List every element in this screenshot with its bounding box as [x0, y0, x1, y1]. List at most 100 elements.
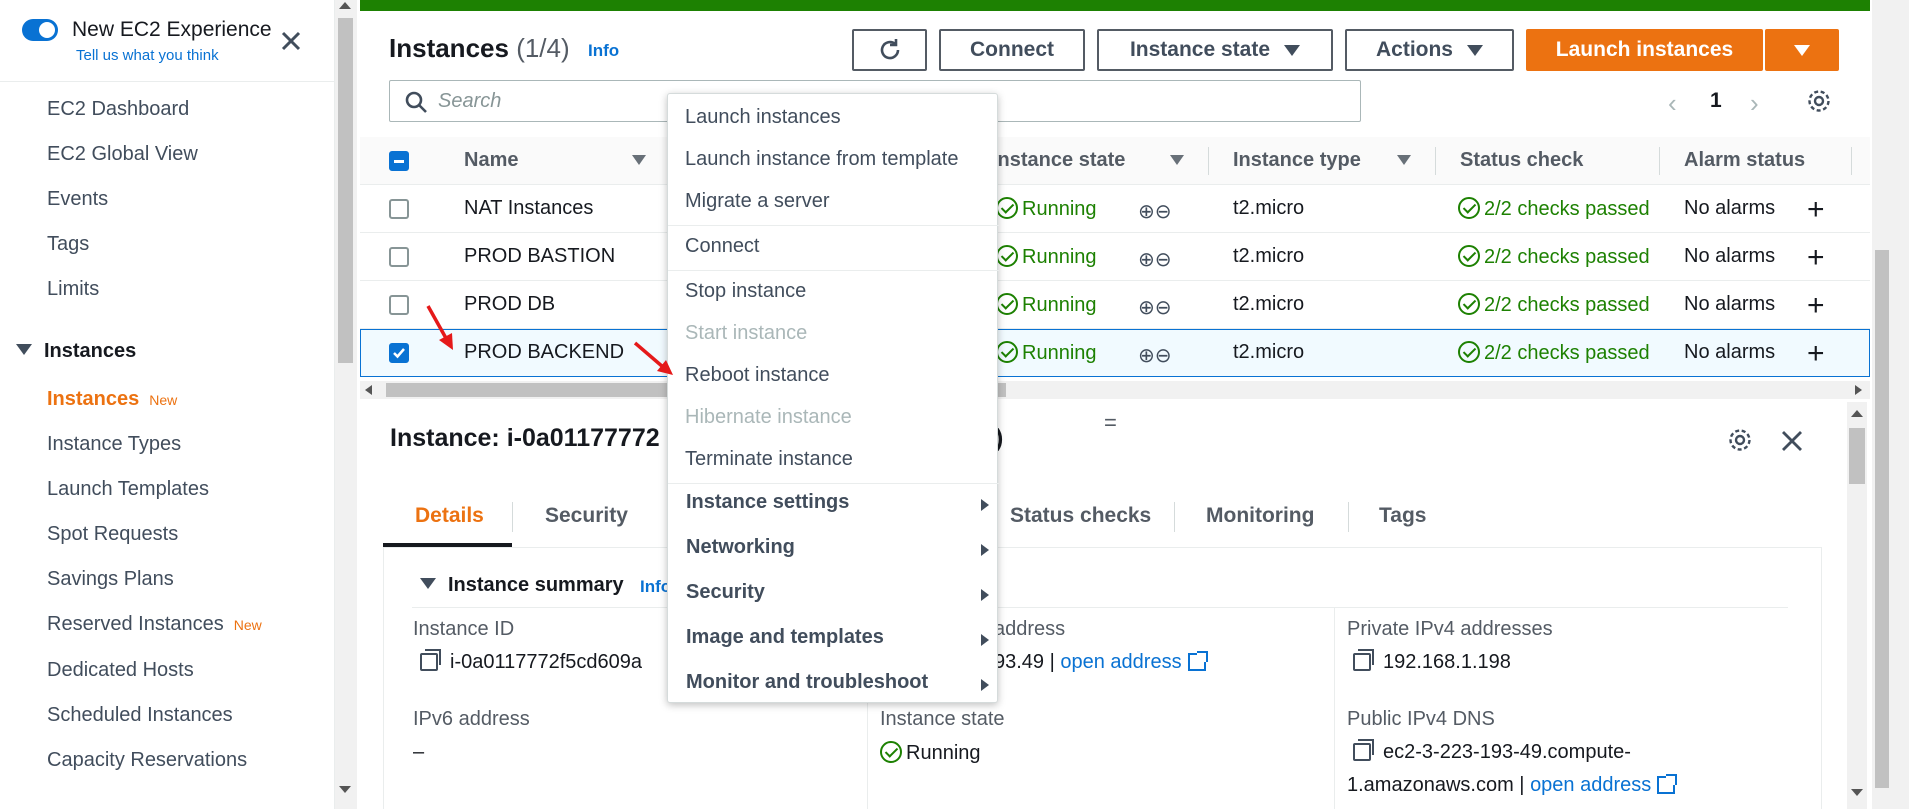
close-icon[interactable] [276, 26, 306, 56]
scroll-up-icon[interactable] [1851, 410, 1863, 417]
page-scroll-thumb[interactable] [1875, 250, 1889, 788]
add-alarm-icon[interactable]: + [1807, 241, 1825, 275]
prev-page-icon[interactable]: ‹ [1668, 88, 1677, 119]
zoom-icons[interactable]: ⊕⊖ [1138, 247, 1172, 272]
sort-icon[interactable] [632, 155, 646, 165]
nav-capacity-reservations[interactable]: Capacity Reservations [47, 749, 247, 772]
launch-dropdown-button[interactable] [1765, 29, 1839, 71]
menu-connect[interactable]: Connect [685, 235, 760, 258]
column-divider[interactable] [1851, 147, 1852, 175]
tab-monitoring[interactable]: Monitoring [1206, 504, 1314, 528]
menu-instance-settings[interactable]: Instance settings [686, 491, 849, 514]
add-alarm-icon[interactable]: + [1807, 193, 1825, 227]
menu-image-and-templates[interactable]: Image and templates [686, 626, 884, 649]
new-experience-toggle[interactable] [22, 19, 58, 41]
instance-state-button[interactable]: Instance state [1097, 29, 1333, 71]
sort-icon[interactable] [1170, 155, 1184, 165]
menu-migrate-server[interactable]: Migrate a server [685, 190, 830, 213]
copy-icon[interactable] [1353, 649, 1374, 671]
menu-security[interactable]: Security [686, 581, 765, 604]
column-instance-type[interactable]: Instance type [1233, 149, 1361, 172]
menu-launch-from-template[interactable]: Launch instance from template [685, 148, 959, 171]
info-link[interactable]: Info [588, 41, 619, 61]
menu-monitor-troubleshoot[interactable]: Monitor and troubleshoot [686, 671, 928, 694]
sidebar-scroll-thumb[interactable] [338, 18, 353, 363]
column-divider[interactable] [1435, 147, 1436, 175]
nav-instances[interactable]: Instances New [47, 388, 177, 411]
details-scroll-thumb[interactable] [1849, 428, 1865, 484]
check-circle-icon [996, 245, 1018, 267]
scroll-right-icon[interactable] [1855, 385, 1862, 395]
row-checkbox[interactable] [389, 199, 409, 219]
scroll-up-icon[interactable] [339, 2, 351, 9]
nav-events[interactable]: Events [47, 188, 108, 211]
sort-icon[interactable] [1397, 155, 1411, 165]
nav-launch-templates[interactable]: Launch Templates [47, 478, 209, 501]
scroll-left-icon[interactable] [365, 385, 372, 395]
nav-section-instances[interactable]: Instances [16, 340, 136, 363]
row-checkbox[interactable] [389, 343, 409, 363]
menu-reboot-instance[interactable]: Reboot instance [685, 364, 830, 387]
nav-ec2-global-view[interactable]: EC2 Global View [47, 143, 198, 166]
nav-limits[interactable]: Limits [47, 278, 99, 301]
table-row[interactable]: PROD BASTION Running ⊕⊖ t2.micro 2/2 che… [360, 233, 1870, 281]
external-link-icon[interactable] [1657, 774, 1678, 794]
select-all-checkbox[interactable] [389, 151, 409, 171]
menu-launch-instances[interactable]: Launch instances [685, 106, 841, 129]
table-row[interactable]: NAT Instances Running ⊕⊖ t2.micro 2/2 ch… [360, 185, 1870, 233]
nav-dedicated-hosts[interactable]: Dedicated Hosts [47, 659, 194, 682]
tab-security[interactable]: Security [545, 504, 628, 528]
close-icon[interactable] [1779, 428, 1805, 454]
scroll-down-icon[interactable] [1851, 789, 1863, 796]
launch-instances-button[interactable]: Launch instances [1526, 29, 1763, 71]
next-page-icon[interactable]: › [1750, 88, 1759, 119]
column-divider[interactable] [1208, 147, 1209, 175]
instance-summary-toggle[interactable]: Instance summary [420, 574, 624, 597]
add-alarm-icon[interactable]: + [1807, 289, 1825, 323]
external-link-icon[interactable] [1187, 651, 1208, 671]
status-check[interactable]: 2/2 checks passed [1458, 245, 1650, 269]
status-check[interactable]: 2/2 checks passed [1458, 341, 1650, 365]
column-name[interactable]: Name [464, 149, 518, 172]
page-number[interactable]: 1 [1710, 89, 1722, 113]
table-row-selected[interactable]: PROD BACKEND Running ⊕⊖ t2.micro 2/2 che… [360, 329, 1870, 377]
zoom-icons[interactable]: ⊕⊖ [1138, 343, 1172, 368]
nav-savings-plans[interactable]: Savings Plans [47, 568, 174, 591]
column-status-check[interactable]: Status check [1460, 149, 1583, 172]
row-checkbox[interactable] [389, 247, 409, 267]
copy-icon[interactable] [1353, 739, 1374, 761]
status-check[interactable]: 2/2 checks passed [1458, 197, 1650, 221]
column-alarm-status[interactable]: Alarm status [1684, 149, 1805, 172]
connect-button[interactable]: Connect [939, 29, 1085, 71]
column-divider[interactable] [1659, 147, 1660, 175]
tab-status-checks[interactable]: Status checks [1010, 504, 1151, 528]
tab-tags[interactable]: Tags [1379, 504, 1426, 528]
zoom-icons[interactable]: ⊕⊖ [1138, 199, 1172, 224]
open-address-link[interactable]: open address [1060, 651, 1181, 673]
open-address-link[interactable]: open address [1530, 774, 1651, 796]
row-checkbox[interactable] [389, 295, 409, 315]
actions-button[interactable]: Actions [1345, 29, 1514, 71]
nav-ec2-dashboard[interactable]: EC2 Dashboard [47, 98, 189, 121]
feedback-link[interactable]: Tell us what you think [76, 47, 219, 64]
tab-details[interactable]: Details [415, 504, 484, 528]
add-alarm-icon[interactable]: + [1807, 337, 1825, 371]
status-check[interactable]: 2/2 checks passed [1458, 293, 1650, 317]
menu-networking[interactable]: Networking [686, 536, 795, 559]
column-instance-state[interactable]: Instance state [992, 149, 1125, 172]
gear-icon[interactable] [1806, 88, 1832, 114]
nav-spot-requests[interactable]: Spot Requests [47, 523, 178, 546]
nav-scheduled-instances[interactable]: Scheduled Instances [47, 704, 233, 727]
nav-reserved-instances[interactable]: Reserved Instances New [47, 613, 262, 636]
menu-stop-instance[interactable]: Stop instance [685, 280, 806, 303]
scroll-down-icon[interactable] [339, 786, 351, 793]
split-panel-handle[interactable]: = [1104, 410, 1117, 436]
table-row[interactable]: PROD DB Running ⊕⊖ t2.micro 2/2 checks p… [360, 281, 1870, 329]
nav-instance-types[interactable]: Instance Types [47, 433, 181, 456]
gear-icon[interactable] [1727, 427, 1753, 453]
menu-terminate-instance[interactable]: Terminate instance [685, 448, 853, 471]
refresh-button[interactable] [852, 29, 927, 71]
nav-tags[interactable]: Tags [47, 233, 89, 256]
copy-icon[interactable] [420, 649, 441, 671]
zoom-icons[interactable]: ⊕⊖ [1138, 295, 1172, 320]
